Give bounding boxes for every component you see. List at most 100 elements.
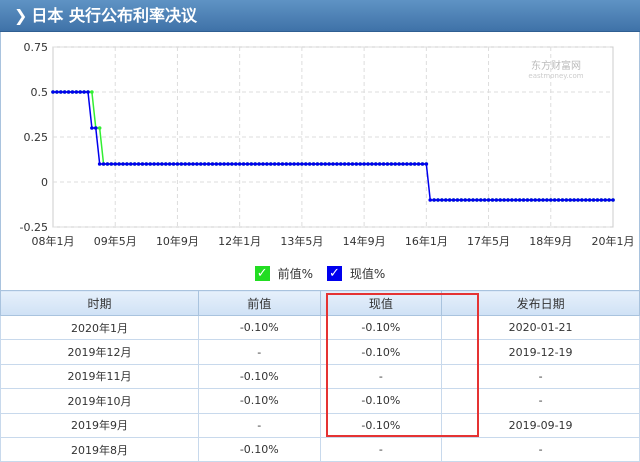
x-tick-label: 10年9月 [156,234,199,248]
data-point [338,162,343,166]
data-point [607,198,611,202]
data-point [370,162,374,166]
data-point [529,198,534,202]
table-row: 2019年8月 -0.10% - - [0,436,640,462]
data-point [214,162,219,166]
data-point [51,90,55,94]
data-point [97,126,102,130]
data-point [498,198,503,202]
data-point [160,162,164,166]
data-point [506,198,510,202]
data-point [405,162,409,166]
data-point [552,198,557,202]
y-tick-label: -0.25 [20,221,48,234]
data-point [245,162,250,166]
column-header-period: 时期 [0,290,199,316]
data-point [148,162,153,166]
data-point [93,126,98,130]
data-point [249,162,254,166]
data-point [70,90,75,94]
legend-item-previous[interactable]: ✓ 前值% [254,265,313,282]
data-point [420,162,425,166]
data-point [58,90,63,94]
data-point [109,162,114,166]
data-point [175,162,180,166]
table-cell: - [197,339,321,365]
data-point [257,162,261,166]
checkbox-checked-icon[interactable]: ✓ [254,266,270,281]
data-point [478,198,483,202]
data-point [564,198,569,202]
data-point [502,198,506,202]
table-cell: - [197,412,321,438]
data-point [463,198,468,202]
data-point [482,198,487,202]
data-point [412,162,417,166]
data-point [90,126,94,130]
data-point [537,198,541,202]
data-point [237,162,242,166]
data-point [428,198,433,202]
data-point [144,162,149,166]
data-point [195,162,199,166]
table-cell: -0.10% [197,436,321,462]
data-point [179,162,184,166]
panel-title: 日本 央行公布利率决议 [31,6,197,25]
y-tick-label: 0 [41,176,48,189]
data-point [303,162,308,166]
data-point [327,162,331,166]
data-point [416,162,421,166]
data-point [315,162,320,166]
data-point [572,198,576,202]
table-row: 2019年12月 - -0.10% 2019-12-19 [0,339,640,365]
data-point [467,198,471,202]
data-point [424,162,429,166]
checkbox-checked-icon[interactable]: ✓ [326,266,342,281]
data-point [362,162,366,166]
data-point [288,162,293,166]
data-point [517,198,522,202]
rate-table: 时期 前值 现值 发布日期 2020年1月 -0.10% -0.10% 2020-01… [0,290,640,462]
legend-item-current[interactable]: ✓ 现值% [326,265,385,282]
data-point [152,162,156,166]
data-point [377,162,382,166]
data-point [373,162,378,166]
data-point [611,198,615,202]
data-point [494,198,499,202]
data-point [202,162,207,166]
data-point [132,162,137,166]
x-tick-label: 14年9月 [343,234,386,248]
data-point [140,162,145,166]
data-point [397,162,401,166]
data-point [78,90,83,94]
data-point [323,162,328,166]
data-point [261,162,265,166]
chart-panel: 0.75 0.5 0.25 0 -0.25 08年1月 09年5月 10年9月 12年1月 13年… [0,32,640,290]
data-point [587,198,592,202]
watermark-brand: 东方财富网 [531,59,581,72]
watermark-url: eastmoney.com [528,72,583,80]
data-point [451,198,456,202]
table-row: 2020年1月 -0.10% -0.10% 2020-01-21 [0,314,640,341]
data-point [74,90,79,94]
data-point [486,198,491,202]
data-point [218,162,223,166]
data-point [125,162,129,166]
data-point [342,162,347,166]
data-point [393,162,398,166]
table-cell: -0.10% [197,314,321,341]
data-point [117,162,121,166]
data-point [354,162,359,166]
data-point [296,162,300,166]
data-point [319,162,324,166]
data-point [358,162,363,166]
data-point [62,90,67,94]
data-point [521,198,526,202]
data-point [82,90,86,94]
data-point [191,162,195,166]
x-tick-label: 17年5月 [467,234,510,248]
data-point [389,162,394,166]
y-tick-label: 0.75 [24,41,49,54]
data-point [525,198,530,202]
data-point [436,198,440,202]
